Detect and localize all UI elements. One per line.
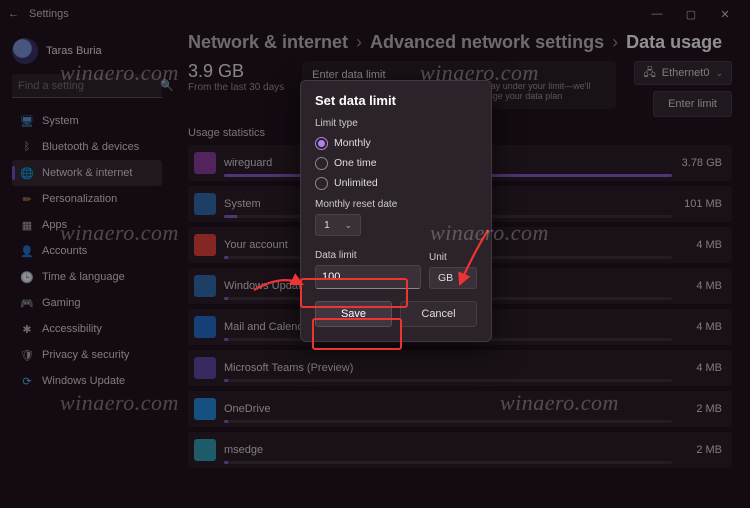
unit-value: GB	[438, 272, 453, 284]
set-data-limit-dialog: Set data limit Limit type Monthly One ti…	[300, 80, 492, 342]
chevron-down-icon: ⌄	[460, 273, 468, 284]
chevron-down-icon: ⌄	[344, 220, 352, 231]
reset-date-label: Monthly reset date	[315, 199, 477, 210]
reset-date-dropdown[interactable]: 1 ⌄	[315, 214, 361, 236]
unit-label: Unit	[429, 252, 477, 263]
dialog-title: Set data limit	[315, 93, 477, 108]
radio-icon	[315, 137, 328, 150]
reset-date-value: 1	[324, 219, 330, 231]
radio-one-time[interactable]: One time	[315, 153, 477, 173]
radio-icon	[315, 157, 328, 170]
radio-monthly[interactable]: Monthly	[315, 133, 477, 153]
limit-type-label: Limit type	[315, 118, 477, 129]
save-button[interactable]: Save	[315, 301, 392, 327]
radio-icon	[315, 177, 328, 190]
data-limit-label: Data limit	[315, 250, 421, 261]
data-limit-input[interactable]: 100	[315, 265, 421, 289]
radio-unlimited[interactable]: Unlimited	[315, 173, 477, 193]
cancel-button[interactable]: Cancel	[400, 301, 477, 327]
unit-dropdown[interactable]: GB ⌄	[429, 267, 477, 289]
